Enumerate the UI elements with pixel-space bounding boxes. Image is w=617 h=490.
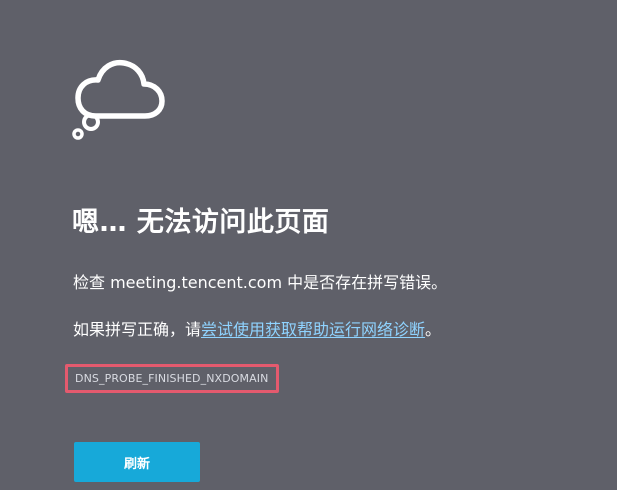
- diagnostics-message: 如果拼写正确，请尝试使用获取帮助运行网络诊断。: [73, 319, 441, 341]
- page-title: 嗯… 无法访问此页面: [72, 207, 330, 238]
- cloud-icon: [72, 59, 165, 140]
- diagnostics-message-suffix: 。: [425, 320, 442, 339]
- refresh-button[interactable]: 刷新: [74, 442, 200, 482]
- error-code-highlight: DNS_PROBE_FINISHED_NXDOMAIN: [65, 364, 279, 393]
- error-code: DNS_PROBE_FINISHED_NXDOMAIN: [75, 371, 269, 385]
- diagnostics-message-prefix: 如果拼写正确，请: [73, 320, 202, 339]
- network-diagnostics-link[interactable]: 尝试使用获取帮助运行网络诊断: [201, 320, 425, 339]
- spelling-check-message: 检查 meeting.tencent.com 中是否存在拼写错误。: [73, 273, 448, 292]
